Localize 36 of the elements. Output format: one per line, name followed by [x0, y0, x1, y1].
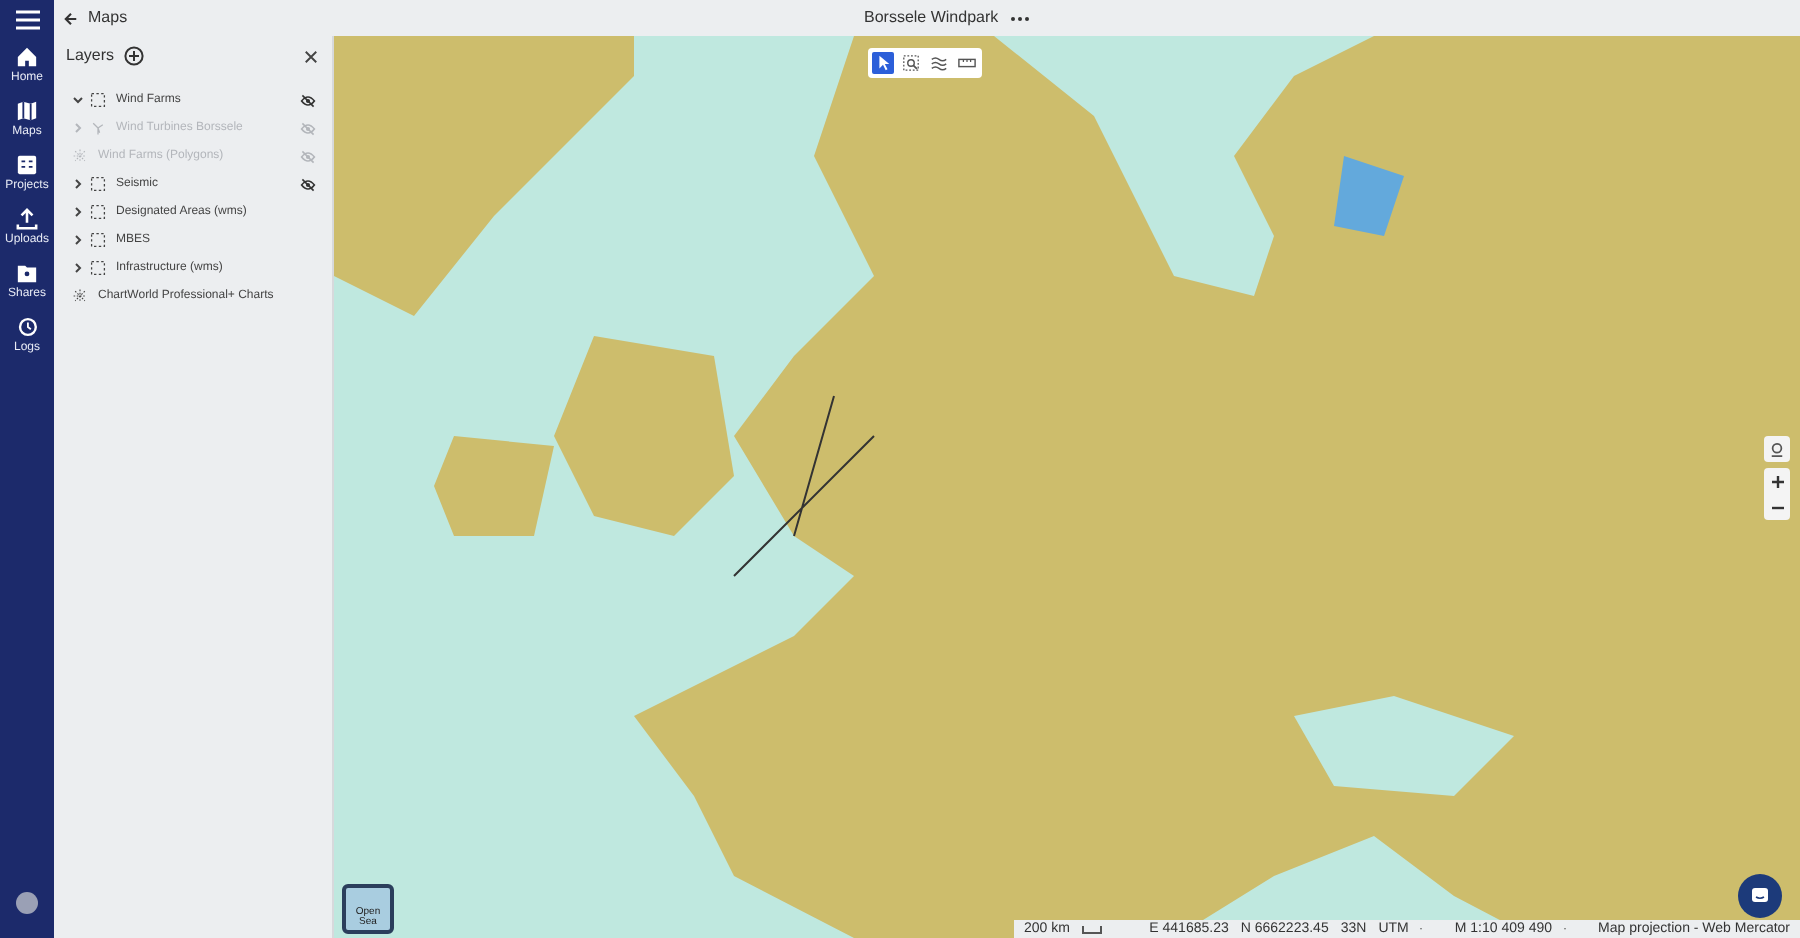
home-icon	[15, 46, 38, 68]
history-icon	[15, 316, 38, 338]
waves-icon	[930, 54, 948, 72]
chevron-icon[interactable]	[72, 178, 84, 190]
more-button[interactable]	[1010, 15, 1031, 21]
chevron-icon[interactable]	[72, 94, 84, 106]
ruler-icon	[958, 54, 976, 72]
close-icon[interactable]	[304, 49, 318, 63]
back-button[interactable]: Maps	[64, 6, 128, 30]
more-icon	[1010, 15, 1031, 21]
projects-icon	[15, 154, 38, 176]
plus-icon	[1771, 475, 1783, 487]
avatar[interactable]	[16, 892, 38, 914]
chevron-icon[interactable]	[72, 262, 84, 274]
zoom-box-icon	[902, 54, 920, 72]
upload-icon	[15, 208, 38, 230]
location-button[interactable]	[1764, 436, 1790, 462]
chevron-icon[interactable]	[72, 206, 84, 218]
eye-slash-icon[interactable]	[300, 93, 316, 107]
share-icon	[15, 262, 38, 284]
chevron-icon[interactable]	[72, 234, 84, 246]
panel-title: Layers	[66, 44, 115, 68]
back-arrow-icon	[64, 11, 78, 25]
map-title: Borssele Windpark	[864, 6, 999, 30]
map-icon	[15, 100, 38, 122]
minus-icon	[1771, 505, 1783, 509]
map-tool-button[interactable]	[900, 52, 922, 74]
pointer-icon	[874, 54, 892, 72]
scale-bar	[1081, 925, 1102, 933]
map-tool-button[interactable]	[928, 52, 950, 74]
chat-icon	[1750, 886, 1770, 906]
eye-slash-icon[interactable]	[300, 177, 316, 191]
location-pin-icon	[1770, 441, 1784, 457]
add-icon[interactable]	[124, 46, 145, 66]
menu-icon[interactable]	[15, 10, 39, 30]
map-tool-button[interactable]	[872, 52, 894, 74]
